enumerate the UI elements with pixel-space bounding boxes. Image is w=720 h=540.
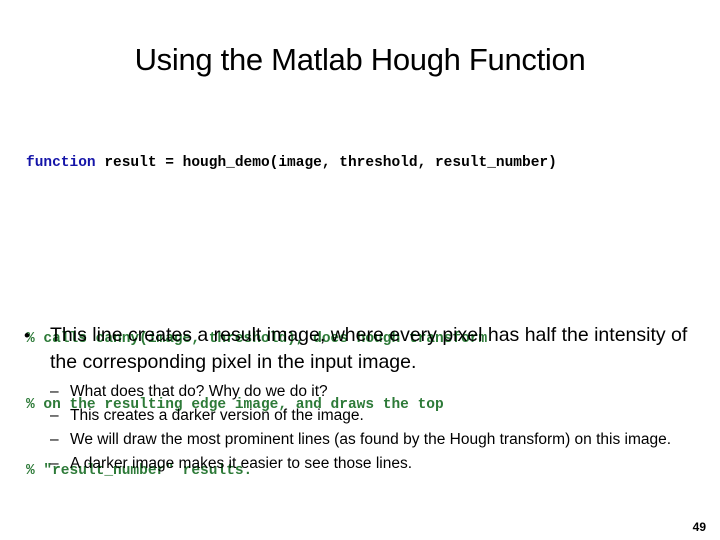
sub-bullet-4: – A darker image makes it easier to see … [18, 452, 708, 476]
bullet-main-text: This line creates a result image, where … [50, 324, 688, 373]
bullet-marker-dot: • [24, 326, 30, 345]
sub-bullet-text-4: A darker image makes it easier to see th… [70, 455, 413, 472]
sub-bullet-list: – What does that do? Why do we do it? – … [18, 380, 708, 476]
sub-bullet-text-1: What does that do? Why do we do it? [70, 383, 328, 400]
code-line-signature: function result = hough_demo(image, thre… [26, 152, 700, 174]
sub-bullet-marker-dash-3: – [50, 431, 59, 448]
sub-bullet-text-3: We will draw the most prominent lines (a… [70, 431, 672, 448]
slide: Using the Matlab Hough Function function… [0, 0, 720, 540]
page-title: Using the Matlab Hough Function [134, 41, 586, 77]
bullet-main: • This line creates a result image, wher… [18, 322, 708, 376]
sub-bullet-2: – This creates a darker version of the i… [18, 404, 708, 428]
code-line-blank-1 [26, 240, 700, 262]
sub-bullet-marker-dash-2: – [50, 407, 59, 424]
sub-bullet-1: – What does that do? Why do we do it? [18, 380, 708, 404]
code-keyword-function: function [26, 155, 96, 171]
code-signature-rest: result = hough_demo(image, threshold, re… [95, 155, 557, 171]
sub-bullet-marker-dash-1: – [50, 383, 59, 400]
sub-bullet-marker-dash-4: – [50, 455, 59, 472]
sub-bullet-3: – We will draw the most prominent lines … [18, 428, 708, 452]
bullet-list: • This line creates a result image, wher… [18, 322, 708, 476]
sub-bullet-text-2: This creates a darker version of the ima… [70, 407, 364, 424]
page-number: 49 [692, 520, 706, 534]
